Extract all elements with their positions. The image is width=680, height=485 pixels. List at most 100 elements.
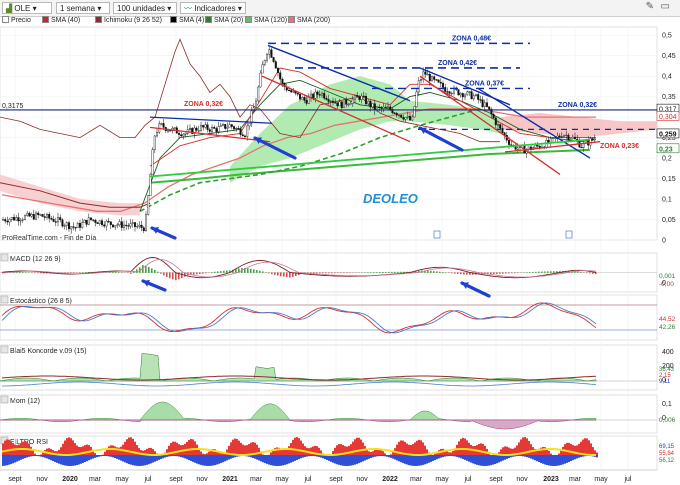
- macd-bar: [334, 272, 336, 274]
- rsi-red-bar: [6, 439, 8, 455]
- rsi-blue-bar: [374, 455, 376, 457]
- candle-body: [314, 91, 317, 99]
- candle-body: [15, 217, 18, 221]
- macd-bar: [181, 272, 183, 279]
- zone-label: ZONA 0,48€: [452, 35, 491, 42]
- rsi-red-bar: [86, 444, 88, 455]
- macd-bar: [85, 272, 87, 273]
- rsi-blue-bar: [18, 455, 20, 461]
- y-tick-label: 0,1: [662, 197, 672, 204]
- candle-body: [395, 113, 398, 116]
- rsi-blue-bar: [466, 455, 468, 461]
- rsi-blue-bar: [478, 455, 480, 466]
- rsi-red-bar: [94, 452, 96, 455]
- rsi-blue-bar: [4, 455, 6, 466]
- candle-body: [114, 225, 117, 228]
- macd-bar: [220, 271, 222, 273]
- rsi-red-bar: [188, 440, 190, 455]
- rsi-blue-bar: [52, 455, 54, 462]
- candle-body: [221, 124, 224, 126]
- candle-body: [404, 117, 407, 120]
- candle-body: [303, 97, 306, 101]
- macd-bar: [325, 272, 327, 274]
- rsi-blue-bar: [564, 455, 566, 464]
- rsi-blue-bar: [90, 455, 92, 460]
- rsi-blue-bar: [560, 455, 562, 465]
- candle-body: [340, 101, 343, 108]
- macd-bar: [367, 272, 369, 273]
- rsi-red-bar: [298, 438, 300, 455]
- candle-body: [116, 224, 119, 226]
- rsi-blue-bar: [412, 455, 414, 466]
- candle-body: [259, 72, 262, 88]
- macd-bar: [319, 272, 321, 274]
- macd-bar: [226, 270, 228, 273]
- macd-bar: [376, 272, 378, 273]
- macd-bar: [448, 272, 450, 274]
- candle-body: [37, 212, 40, 216]
- rsi-red-bar: [288, 446, 290, 455]
- candle-body: [230, 124, 233, 127]
- macd-bar: [193, 272, 195, 275]
- rsi-red-bar: [370, 451, 372, 455]
- macd-bar: [82, 272, 84, 273]
- rsi-red-bar: [356, 437, 358, 455]
- rsi-blue-bar: [106, 455, 108, 457]
- rsi-blue-bar: [98, 455, 100, 457]
- rsi-blue-bar: [208, 455, 210, 466]
- rsi-blue-bar: [310, 455, 312, 457]
- rsi-red-bar: [450, 452, 452, 455]
- rsi-blue-bar: [96, 455, 98, 458]
- macd-bar: [514, 272, 516, 274]
- macd-bar: [382, 272, 384, 273]
- candle-body: [257, 86, 260, 102]
- rsi-blue-bar: [542, 455, 544, 464]
- candle-body: [250, 110, 253, 124]
- rsi-blue-bar: [454, 455, 456, 457]
- macd-bar: [259, 270, 261, 273]
- rsi-blue-bar: [396, 455, 398, 461]
- candle-body: [70, 226, 73, 230]
- rsi-red-bar: [508, 447, 510, 455]
- rsi-red-bar: [358, 437, 360, 455]
- macd-bar: [277, 272, 279, 276]
- rsi-red-bar: [176, 442, 178, 455]
- candle-body: [492, 113, 495, 119]
- candle-body: [439, 81, 442, 84]
- rsi-red-bar: [302, 443, 304, 455]
- rsi-blue-bar: [140, 455, 142, 466]
- candle-body: [442, 83, 445, 88]
- rsi-red-bar: [240, 442, 242, 455]
- rsi-blue-bar: [356, 455, 358, 464]
- candle-body: [41, 214, 44, 217]
- rsi-blue-bar: [10, 455, 12, 465]
- rsi-blue-bar: [468, 455, 470, 462]
- rsi-blue-bar: [46, 455, 48, 459]
- macd-bar: [433, 271, 435, 273]
- rsi-red-bar: [590, 443, 592, 455]
- rsi-blue-bar: [30, 455, 32, 457]
- candle-body: [50, 218, 53, 220]
- rsi-blue-bar: [100, 455, 102, 457]
- candle-body: [177, 133, 180, 135]
- rsi-blue-bar: [404, 455, 406, 464]
- rsi-blue-bar: [80, 455, 82, 464]
- macd-bar: [457, 272, 459, 274]
- candle-body: [32, 214, 35, 220]
- candle-body: [468, 91, 471, 93]
- macd-bar: [172, 272, 174, 280]
- rsi-blue-bar: [224, 455, 226, 462]
- panel-badge: 0,006: [659, 417, 676, 424]
- candle-body: [208, 129, 211, 132]
- macd-bar: [373, 272, 375, 273]
- macd-bar: [517, 272, 519, 274]
- candle-body: [2, 219, 5, 221]
- rsi-blue-bar: [36, 455, 38, 457]
- y-tick-label: 0,5: [662, 33, 672, 40]
- candle-body: [59, 217, 62, 221]
- rsi-blue-bar: [574, 455, 576, 460]
- candle-body: [552, 137, 555, 139]
- candle-body: [266, 53, 269, 61]
- candle-body: [199, 125, 202, 131]
- rsi-red-bar: [504, 446, 506, 455]
